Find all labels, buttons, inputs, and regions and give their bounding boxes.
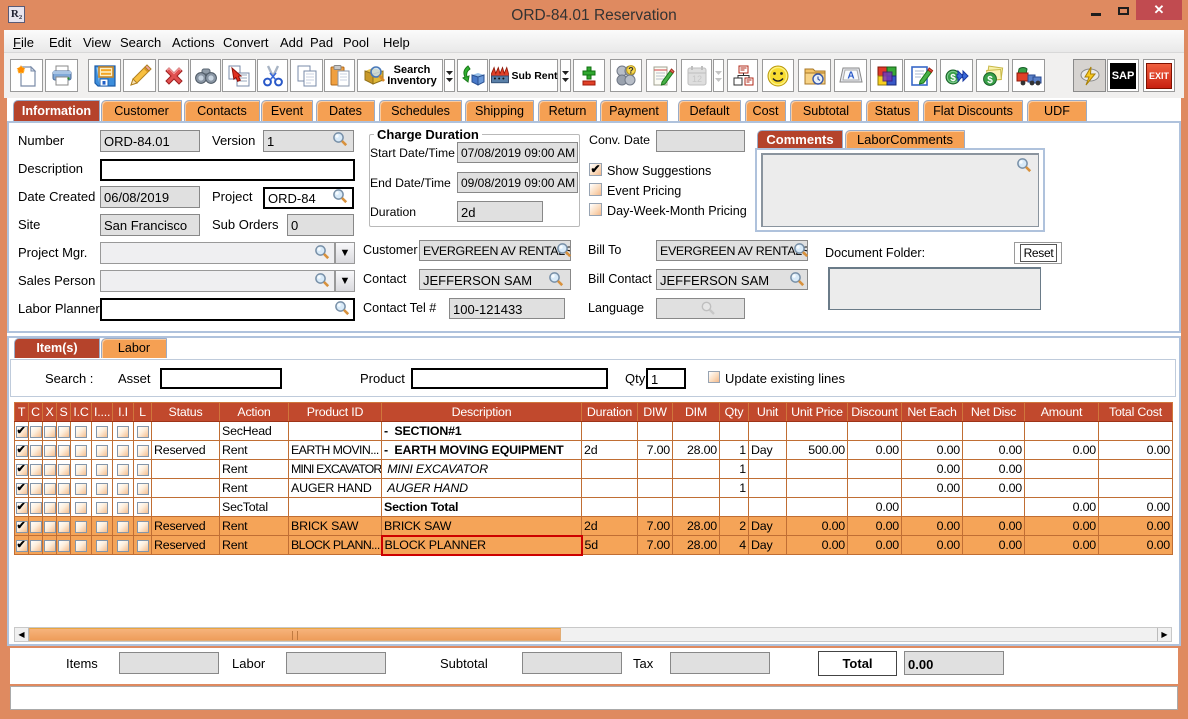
svg-text:$: $: [950, 73, 956, 84]
svg-text:12: 12: [691, 74, 701, 84]
svg-text:A: A: [847, 70, 854, 81]
svg-text:$: $: [987, 75, 993, 86]
svg-text:?: ?: [628, 65, 634, 75]
